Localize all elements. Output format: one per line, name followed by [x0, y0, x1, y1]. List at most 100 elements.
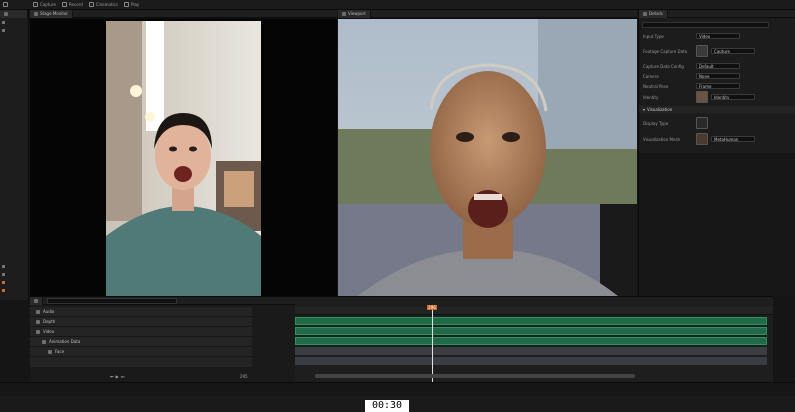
prop-input-type: Input Type Video — [643, 32, 793, 40]
list-item[interactable] — [0, 286, 28, 294]
toolbar-play-button[interactable]: Play — [121, 0, 142, 10]
prop-value[interactable]: MetaHuman — [711, 136, 755, 142]
add-track-button[interactable] — [30, 296, 43, 305]
video-view[interactable] — [30, 19, 337, 296]
prop-value[interactable]: Frame — [696, 83, 740, 89]
track-list: Audio Depth Video Animation Data Face — [30, 307, 252, 367]
tab-viewport-label: Viewport — [348, 11, 366, 16]
prop-value[interactable]: Video — [696, 33, 740, 39]
mesh-thumbnail — [696, 133, 708, 145]
toolbar-cinematics-label: Cinematics — [95, 2, 118, 7]
video-section[interactable] — [295, 337, 767, 345]
tab-stage-monitor[interactable]: Stage Monitor — [30, 9, 74, 18]
animation-section[interactable] — [295, 347, 767, 355]
asset-thumbnail — [696, 45, 708, 57]
audio-icon — [36, 309, 40, 314]
playhead-frame-label[interactable]: 296 — [427, 305, 437, 310]
toolbar-capture-label: Capture — [40, 2, 56, 7]
frame-end-field[interactable]: 295 — [240, 373, 248, 379]
track-depth[interactable]: Depth — [30, 317, 252, 327]
face-section[interactable] — [295, 357, 767, 365]
prop-label: Display Type — [643, 120, 669, 126]
record-icon — [61, 2, 67, 7]
outliner-tabstrip — [0, 10, 28, 18]
stage-monitor-panel: Stage Monitor — [30, 9, 337, 296]
lane-video — [295, 337, 773, 346]
track-label: Animation Data — [49, 339, 81, 344]
list-item[interactable] — [0, 18, 28, 26]
details-tabstrip: Details — [639, 9, 795, 18]
prop-value[interactable]: Capture — [711, 48, 755, 54]
main-toolbar: Capture Record Cinematics Play — [0, 0, 795, 10]
details-panel: Details Input Type Video Footage Capture… — [638, 9, 795, 153]
play-icon — [123, 2, 129, 7]
sequencer-panel: Audio Depth Video Animation Data Face ⏮ … — [30, 296, 773, 383]
toolbar-record-label: Record — [68, 2, 83, 7]
details-empty-area — [638, 153, 795, 296]
camera-icon — [33, 2, 38, 7]
status-bar — [0, 382, 795, 396]
playhead[interactable] — [432, 305, 433, 383]
timeline-scrollbar[interactable] — [315, 374, 635, 378]
video-timestamp: 00:30 — [365, 400, 409, 412]
track-face[interactable]: Face — [30, 347, 252, 357]
viewport-panel: Viewport — [338, 9, 637, 296]
prop-value[interactable]: Identity — [711, 94, 755, 100]
tab-details[interactable]: Details — [639, 9, 668, 18]
save-button[interactable] — [0, 0, 30, 10]
prop-visualization-mesh: Visualization Mesh MetaHuman — [643, 132, 793, 146]
timeline[interactable]: 296 — [295, 297, 773, 383]
toolbar-cinematics-button[interactable]: Cinematics — [86, 0, 121, 10]
prop-footage-capture-data: Footage Capture Data Capture — [643, 44, 793, 58]
list-item[interactable] — [0, 262, 28, 270]
toolbar-capture-button[interactable]: Capture — [30, 0, 59, 10]
details-search-input[interactable] — [642, 22, 769, 28]
track-label: Depth — [43, 319, 56, 324]
prop-identity: Identity Identity — [643, 90, 793, 104]
tab-details-label: Details — [649, 11, 663, 16]
add-icon — [34, 298, 38, 303]
prop-camera: Camera None — [643, 72, 793, 80]
prop-value[interactable]: Default — [696, 63, 740, 69]
tab-viewport[interactable]: Viewport — [338, 9, 371, 18]
prop-value[interactable]: None — [696, 73, 740, 79]
toolbar-record-button[interactable]: Record — [59, 0, 86, 10]
animation-icon — [42, 339, 46, 344]
track-search-input[interactable] — [47, 297, 177, 304]
section-visualization[interactable]: ▾ Visualization — [639, 106, 795, 113]
lane-depth — [295, 327, 773, 336]
outliner-panel — [0, 10, 29, 300]
viewport-tabstrip: Viewport — [338, 9, 637, 18]
prop-capture-data-config: Capture Data Config Default — [643, 62, 793, 70]
track-label: Audio — [43, 309, 55, 314]
outliner-tab[interactable] — [0, 10, 28, 18]
stage-monitor-tabstrip: Stage Monitor — [30, 9, 337, 18]
track-animation-data[interactable]: Animation Data — [30, 337, 252, 347]
time-ruler[interactable] — [295, 307, 773, 315]
prop-neutral-pose: Neutral Pose Frame — [643, 82, 793, 90]
play-icon: ▶ — [115, 373, 119, 379]
prop-label: Input Type — [643, 33, 664, 39]
depth-section[interactable] — [295, 327, 767, 335]
prop-label: Visualization Mesh — [643, 136, 681, 142]
viewport-icon — [342, 11, 346, 16]
lane-animation — [295, 347, 773, 356]
list-item[interactable] — [0, 278, 28, 286]
face-icon — [48, 349, 52, 354]
track-audio[interactable]: Audio — [30, 307, 252, 317]
audio-section[interactable] — [295, 317, 767, 325]
prop-label: Footage Capture Data — [643, 48, 688, 54]
track-label: Video — [43, 329, 55, 334]
prop-display-type: Display Type — [643, 116, 793, 130]
identity-thumbnail — [696, 91, 708, 103]
video-icon — [36, 329, 40, 334]
prop-label: Camera — [643, 73, 659, 79]
list-item[interactable] — [0, 270, 28, 278]
save-icon — [3, 2, 8, 7]
list-item[interactable] — [0, 26, 28, 34]
camera-footage-image — [106, 21, 261, 296]
prop-label: Identity — [643, 94, 659, 100]
track-video[interactable]: Video — [30, 327, 252, 337]
transport-controls[interactable]: ⏮ ▶ ⏭ — [110, 373, 124, 379]
3d-viewport[interactable] — [338, 19, 637, 296]
